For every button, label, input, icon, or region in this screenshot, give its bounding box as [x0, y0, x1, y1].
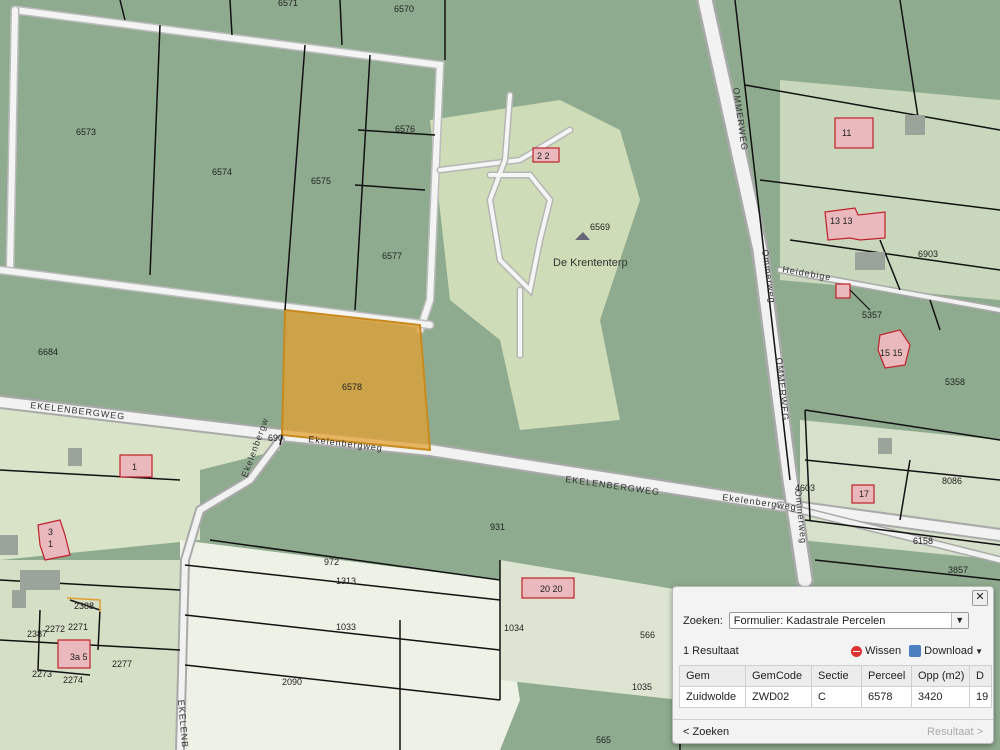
table-cell: Zuidwolde	[679, 686, 746, 708]
svg-text:15 15: 15 15	[880, 348, 903, 358]
download-button[interactable]: Download ▼	[909, 645, 983, 657]
next-result-link[interactable]: Resultaat >	[927, 726, 983, 738]
column-header[interactable]: D	[969, 665, 992, 687]
svg-text:17: 17	[859, 489, 869, 499]
clear-icon	[851, 645, 863, 657]
search-row: Zoeken: Formulier: Kadastrale Percelen ▼	[683, 612, 969, 629]
column-header[interactable]: Sectie	[811, 665, 862, 687]
svg-text:8086: 8086	[942, 476, 962, 486]
svg-text:690: 690	[268, 433, 283, 443]
svg-text:3a 5: 3a 5	[70, 652, 88, 662]
search-form-value: Formulier: Kadastrale Percelen	[733, 615, 886, 627]
table-header-row: Gem GemCode Sectie Perceel Opp (m2) D	[679, 665, 992, 687]
place-name-label: De Krententerp	[553, 257, 628, 269]
svg-text:2272: 2272	[45, 624, 65, 634]
column-header[interactable]: GemCode	[745, 665, 812, 687]
chevron-down-icon[interactable]: ▼	[950, 613, 968, 628]
svg-text:11: 11	[842, 128, 851, 138]
svg-text:1034: 1034	[504, 623, 524, 633]
svg-text:5358: 5358	[945, 377, 965, 387]
selected-parcel-6578[interactable]	[280, 308, 432, 452]
svg-text:1: 1	[132, 462, 137, 472]
search-form-select[interactable]: Formulier: Kadastrale Percelen ▼	[728, 612, 969, 629]
svg-text:6577: 6577	[382, 251, 402, 261]
svg-text:20 20: 20 20	[540, 584, 563, 594]
download-label: Download	[924, 645, 974, 657]
search-label: Zoeken:	[683, 614, 723, 627]
column-header[interactable]: Perceel	[861, 665, 912, 687]
svg-text:1: 1	[48, 539, 53, 549]
svg-text:1033: 1033	[336, 622, 356, 632]
svg-text:6684: 6684	[38, 347, 58, 357]
svg-text:2090: 2090	[282, 677, 302, 687]
table-cell: 6578	[861, 686, 912, 708]
svg-text:6578: 6578	[342, 382, 362, 392]
svg-text:3: 3	[48, 527, 53, 537]
panel-footer: < Zoeken Resultaat >	[673, 719, 993, 743]
svg-text:2388: 2388	[74, 601, 94, 611]
column-header[interactable]: Gem	[679, 665, 746, 687]
svg-text:566: 566	[640, 630, 655, 640]
download-icon	[909, 645, 922, 657]
svg-text:5357: 5357	[862, 310, 882, 320]
svg-text:6574: 6574	[212, 167, 232, 177]
wissen-button[interactable]: Wissen	[851, 645, 901, 657]
table-cell: C	[811, 686, 862, 708]
svg-text:2274: 2274	[63, 675, 83, 685]
table-cell: 3420	[911, 686, 970, 708]
back-to-search-link[interactable]: < Zoeken	[683, 726, 729, 738]
close-icon[interactable]: ✕	[972, 590, 988, 606]
svg-text:6569: 6569	[590, 222, 610, 232]
svg-text:6571: 6571	[278, 0, 298, 8]
svg-text:1035: 1035	[632, 682, 652, 692]
svg-text:565: 565	[596, 735, 611, 745]
svg-text:2271: 2271	[68, 622, 88, 632]
svg-text:1313: 1313	[336, 576, 356, 586]
status-row: 1 Resultaat Wissen Download ▼	[683, 643, 983, 659]
svg-text:972: 972	[324, 557, 339, 567]
column-header[interactable]: Opp (m2)	[911, 665, 970, 687]
table-cell: 19	[969, 686, 992, 708]
svg-text:3857: 3857	[948, 565, 968, 575]
svg-text:6573: 6573	[76, 127, 96, 137]
svg-text:2277: 2277	[112, 659, 132, 669]
svg-text:6575: 6575	[311, 176, 331, 186]
svg-text:13 13: 13 13	[830, 216, 853, 226]
caret-down-icon: ▼	[975, 646, 983, 656]
result-count: 1 Resultaat	[683, 645, 739, 657]
svg-text:2273: 2273	[32, 669, 52, 679]
results-table: Gem GemCode Sectie Perceel Opp (m2) D Zu…	[679, 665, 992, 708]
svg-text:6158: 6158	[913, 536, 933, 546]
svg-text:6570: 6570	[394, 4, 414, 14]
svg-text:6903: 6903	[918, 249, 938, 259]
table-row[interactable]: Zuidwolde ZWD02 C 6578 3420 19	[679, 686, 992, 708]
table-cell: ZWD02	[745, 686, 812, 708]
results-panel: ✕ Zoeken: Formulier: Kadastrale Percelen…	[672, 586, 994, 744]
svg-text:931: 931	[490, 522, 505, 532]
svg-text:2 2: 2 2	[537, 151, 550, 161]
svg-text:6576: 6576	[395, 124, 415, 134]
wissen-label: Wissen	[865, 645, 902, 657]
